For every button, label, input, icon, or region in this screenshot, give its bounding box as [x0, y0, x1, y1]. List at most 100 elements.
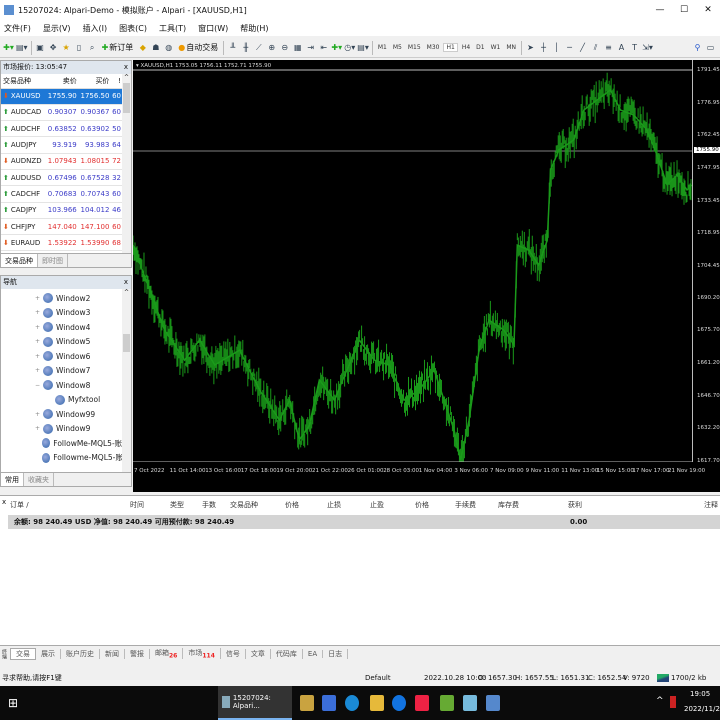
terminal-column-header[interactable]: 止盈: [370, 500, 384, 510]
expand-icon[interactable]: +: [35, 338, 43, 345]
menu-view[interactable]: 显示(V): [43, 23, 71, 34]
timeframe-m30[interactable]: M30: [425, 44, 442, 51]
market-watch-row[interactable]: ⬇ AUDNZD 1.07943 1.08015 72: [1, 153, 123, 170]
col-bid[interactable]: 卖价: [46, 74, 79, 89]
clock-date[interactable]: 2022/11/27: [684, 705, 720, 713]
market-watch-icon[interactable]: ▣: [35, 41, 46, 55]
skype-icon[interactable]: [392, 695, 406, 711]
expand-icon[interactable]: −: [35, 382, 43, 389]
minimize-button[interactable]: —: [648, 0, 672, 20]
timeframe-m15[interactable]: M15: [406, 44, 423, 51]
edge-icon[interactable]: [345, 695, 359, 711]
market-watch-row[interactable]: ⬆ AUDJPY 93.919 93.983 64: [1, 136, 123, 154]
zoom-out-icon[interactable]: ⊖: [279, 41, 290, 55]
search-icon[interactable]: ⚲: [692, 41, 703, 55]
terminal-tab[interactable]: 信号: [221, 648, 246, 659]
terminal-column-header[interactable]: 时间: [130, 500, 144, 510]
market-watch-row[interactable]: ⬆ AUDCHF 0.63852 0.63902 50: [1, 120, 123, 138]
terminal-tab[interactable]: 文章: [246, 648, 271, 659]
vertical-line-icon[interactable]: │: [551, 41, 562, 55]
tab-favorites[interactable]: 收藏夹: [24, 473, 54, 486]
terminal-column-header[interactable]: 订单 /: [10, 500, 29, 510]
periods-icon[interactable]: ◷▾: [344, 41, 355, 55]
text-icon[interactable]: A: [616, 41, 627, 55]
navigator-item[interactable]: Myfxtool: [1, 393, 131, 408]
col-ask[interactable]: 买价: [78, 74, 112, 89]
timeframe-w1[interactable]: W1: [489, 44, 503, 51]
navigator-item[interactable]: + Window6: [1, 349, 131, 364]
close-icon[interactable]: x: [124, 276, 128, 289]
metaeditor-icon[interactable]: ◆: [137, 41, 148, 55]
tab-common[interactable]: 常用: [1, 473, 24, 486]
timeframe-h1[interactable]: H1: [443, 43, 458, 52]
terminal-tab[interactable]: 日志: [323, 648, 349, 659]
tray-expand-icon[interactable]: ^: [656, 696, 664, 706]
navigator-item[interactable]: + Window5: [1, 335, 131, 350]
terminal-column-header[interactable]: 类型: [170, 500, 184, 510]
expand-icon[interactable]: +: [35, 411, 43, 418]
horizontal-line-icon[interactable]: ─: [564, 41, 575, 55]
market-watch-row[interactable]: ⬆ AUDCAD 0.90307 0.90367 60: [1, 104, 123, 122]
expand-icon[interactable]: +: [35, 425, 43, 432]
channel-icon[interactable]: ⫽: [590, 41, 601, 55]
signals-icon[interactable]: ☗: [150, 41, 161, 55]
navigator-item[interactable]: + Window3: [1, 306, 131, 321]
navigator-item[interactable]: + Window99: [1, 407, 131, 422]
market-watch-row[interactable]: ⬇ EURAUD 1.53922 1.53990 68: [1, 234, 123, 252]
data-window-icon[interactable]: ✥: [48, 41, 59, 55]
terminal-column-header[interactable]: 手数: [202, 500, 216, 510]
chart-shift-icon[interactable]: ⇤: [318, 41, 329, 55]
close-icon[interactable]: x: [124, 61, 128, 74]
autoscroll-icon[interactable]: ⇥: [305, 41, 316, 55]
navigator-item[interactable]: − Window8: [1, 378, 131, 393]
timeframe-d1[interactable]: D1: [474, 44, 486, 51]
menu-tools[interactable]: 工具(T): [159, 23, 186, 34]
terminal-column-header[interactable]: 获利: [568, 500, 582, 510]
navigator-item[interactable]: + Window7: [1, 364, 131, 379]
chat-icon[interactable]: ▭: [705, 41, 716, 55]
terminal-icon[interactable]: ▯: [74, 41, 85, 55]
computer-icon[interactable]: [322, 695, 336, 711]
new-chart-icon[interactable]: ✚▾: [3, 41, 14, 55]
new-order-button[interactable]: ✚ 新订单: [100, 41, 136, 55]
windows-start-icon[interactable]: ⊞: [8, 696, 18, 710]
terminal-tab[interactable]: 展示: [36, 648, 61, 659]
taskbar-app-mt4[interactable]: 15207024: Alpari...: [218, 686, 292, 720]
market-watch-row[interactable]: ⬆ CADJPY 103.966 104.012 46: [1, 202, 123, 219]
menu-file[interactable]: 文件(F): [4, 23, 31, 34]
indicators-icon[interactable]: ✚▾: [331, 41, 342, 55]
terminal-tab[interactable]: 警报: [125, 648, 150, 659]
app-icon[interactable]: [300, 695, 314, 711]
terminal-column-header[interactable]: 交易品种: [230, 500, 258, 510]
trendline-icon[interactable]: ╱: [577, 41, 588, 55]
file-explorer-icon[interactable]: [370, 695, 384, 711]
col-symbol[interactable]: 交易品种: [1, 74, 47, 89]
bar-chart-icon[interactable]: ╨: [227, 41, 238, 55]
status-profile[interactable]: Default: [365, 670, 391, 686]
line-chart-icon[interactable]: ⟋: [253, 41, 264, 55]
menu-help[interactable]: 帮助(H): [240, 23, 268, 34]
terminal-column-header[interactable]: 价格: [285, 500, 299, 510]
expand-icon[interactable]: +: [35, 309, 43, 316]
tab-tick-chart[interactable]: 即时图: [38, 254, 68, 267]
navigator-icon[interactable]: ★: [61, 41, 72, 55]
terminal-column-header[interactable]: 注释: [704, 500, 718, 510]
navigator-item[interactable]: + Window2: [1, 291, 131, 306]
terminal-column-header[interactable]: 价格: [415, 500, 429, 510]
market-watch-row[interactable]: ⬇ CHFJPY 147.040 147.100 60: [1, 218, 123, 236]
price-axis[interactable]: 1791.45 1776.95 1762.45 1747.95 1733.45 1718.…: [692, 60, 720, 464]
clock-time[interactable]: 19:05: [690, 690, 710, 698]
terminal-column-header[interactable]: 手续费: [455, 500, 476, 510]
maximize-button[interactable]: ☐: [672, 0, 696, 20]
terminal-tab[interactable]: 账户历史: [61, 648, 100, 659]
navigator-item[interactable]: FollowMe-MQL5-账户分析: [1, 436, 131, 451]
navigator-scrollbar[interactable]: ^: [122, 289, 131, 472]
mt4-icon[interactable]: [486, 695, 500, 711]
expand-icon[interactable]: +: [35, 353, 43, 360]
expand-icon[interactable]: +: [35, 295, 43, 302]
terminal-tab[interactable]: 新闻: [100, 648, 125, 659]
timeframe-m5[interactable]: M5: [391, 44, 404, 51]
tile-windows-icon[interactable]: ▦: [292, 41, 303, 55]
price-chart[interactable]: ▾ XAUUSD,H1 1753.05 1756.11 1752.71 1755…: [133, 60, 720, 492]
fibonacci-icon[interactable]: ≡: [603, 41, 614, 55]
